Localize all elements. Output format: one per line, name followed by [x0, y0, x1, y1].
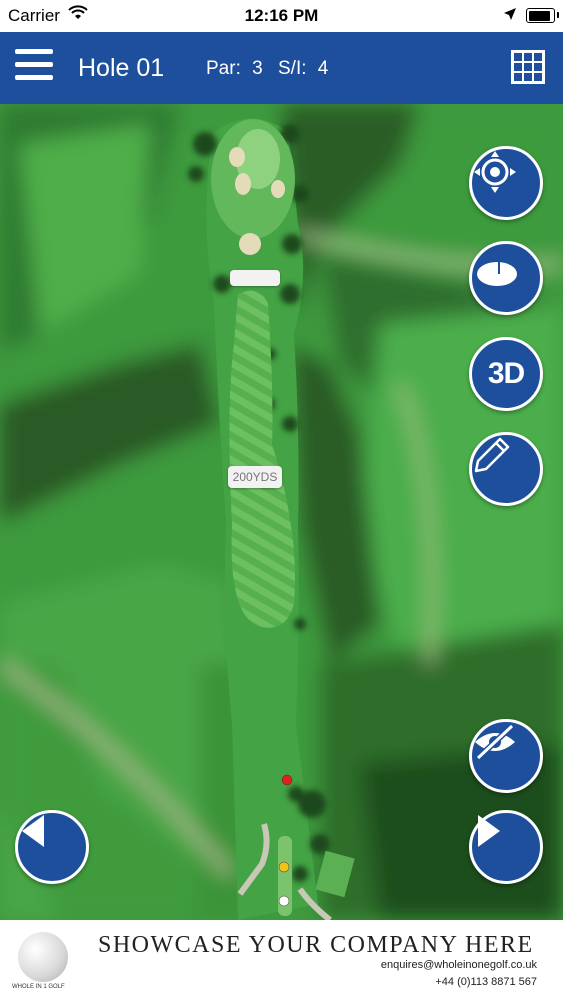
view-3d-button[interactable]: 3D: [469, 337, 543, 411]
si-label: S/I:: [278, 58, 307, 79]
view-3d-label: 3D: [487, 357, 525, 390]
distance-marker-200[interactable]: 200YDS: [228, 466, 282, 488]
logo-text: WHOLE IN 1 GOLF: [12, 984, 65, 990]
battery-tip: [557, 12, 559, 18]
previous-hole-button[interactable]: [15, 810, 89, 884]
si-value: 4: [317, 58, 329, 79]
advert-headline: SHOWCASE YOUR COMPANY HERE: [98, 932, 534, 958]
par-value: 3: [252, 58, 263, 79]
location-arrow-icon: [503, 6, 517, 26]
distance-marker-green[interactable]: [230, 270, 280, 286]
hole-title: Hole 01: [78, 54, 165, 82]
scorecard-grid-icon[interactable]: [511, 50, 545, 84]
course-aerial: [0, 104, 563, 920]
battery-icon: [526, 8, 555, 23]
clock: 12:16 PM: [244, 6, 319, 25]
target-button[interactable]: [469, 146, 543, 220]
advert-phone[interactable]: +44 (0)113 8871 567: [435, 976, 537, 988]
status-bar: Carrier 12:16 PM: [0, 0, 563, 32]
par-info: Par: 3 S/I: 4: [206, 58, 328, 80]
next-hole-button[interactable]: [469, 810, 543, 884]
advert-banner[interactable]: WHOLE IN 1 GOLF SHOWCASE YOUR COMPANY HE…: [0, 920, 563, 1000]
tee-marker-red: [281, 774, 293, 786]
hide-overlay-button[interactable]: [469, 719, 543, 793]
eye-slash-icon: [475, 723, 515, 761]
pencil-icon: [474, 437, 510, 473]
crosshair-target-icon: [474, 151, 516, 193]
arrow-right-icon: [478, 815, 500, 847]
green-view-button[interactable]: [469, 241, 543, 315]
green-flag-icon: [477, 250, 517, 286]
par-label: Par:: [206, 58, 241, 79]
distance-marker-label: 200YDS: [232, 470, 278, 484]
arrow-left-icon: [22, 815, 44, 847]
advert-email[interactable]: enquires@wholeinonegolf.co.uk: [381, 959, 537, 971]
golf-ball-logo-icon: [18, 932, 68, 982]
draw-button[interactable]: [469, 432, 543, 506]
hamburger-menu-icon[interactable]: [15, 49, 53, 87]
hole-map[interactable]: 200YDS 3D: [0, 104, 563, 920]
hole-header: Hole 01 Par: 3 S/I: 4: [0, 32, 563, 104]
tee-marker-yellow: [278, 861, 290, 873]
tee-marker-white: [278, 895, 290, 907]
